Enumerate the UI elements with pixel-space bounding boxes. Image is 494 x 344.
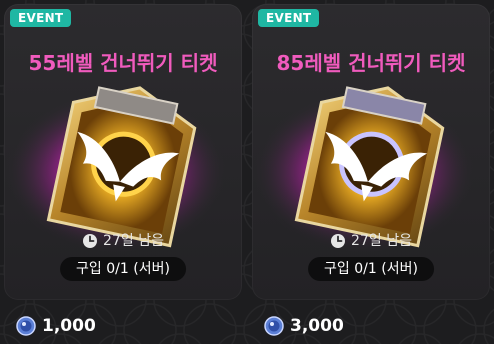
time-remaining-text: 27일 남음 — [103, 233, 164, 249]
price-85[interactable]: 3,000 — [264, 314, 344, 338]
coin-icon — [264, 316, 284, 336]
time-remaining: 27일 남음 — [4, 230, 242, 250]
product-card-55[interactable]: EVENT 55레벨 건너뛰기 티켓 27일 남음 구입 0/1 (서버) — [4, 4, 242, 300]
time-remaining-text: 27일 남음 — [351, 233, 412, 249]
purchase-limit: 구입 0/1 (서버) — [60, 257, 186, 281]
coin-icon — [16, 316, 36, 336]
price-text: 3,000 — [290, 316, 344, 336]
product-title: 85레벨 건너뛰기 티켓 — [276, 51, 466, 75]
event-badge: EVENT — [258, 9, 320, 27]
price-55[interactable]: 1,000 — [16, 314, 96, 338]
clock-icon — [331, 234, 346, 248]
product-title: 55레벨 건너뛰기 티켓 — [28, 51, 218, 75]
clock-icon — [83, 234, 98, 248]
purchase-limit: 구입 0/1 (서버) — [308, 257, 434, 281]
product-card-85[interactable]: EVENT 85레벨 건너뛰기 티켓 27일 남음 구입 0/1 (서버) — [252, 4, 490, 300]
event-badge: EVENT — [10, 9, 72, 27]
price-text: 1,000 — [42, 316, 96, 336]
time-remaining: 27일 남음 — [252, 230, 490, 250]
